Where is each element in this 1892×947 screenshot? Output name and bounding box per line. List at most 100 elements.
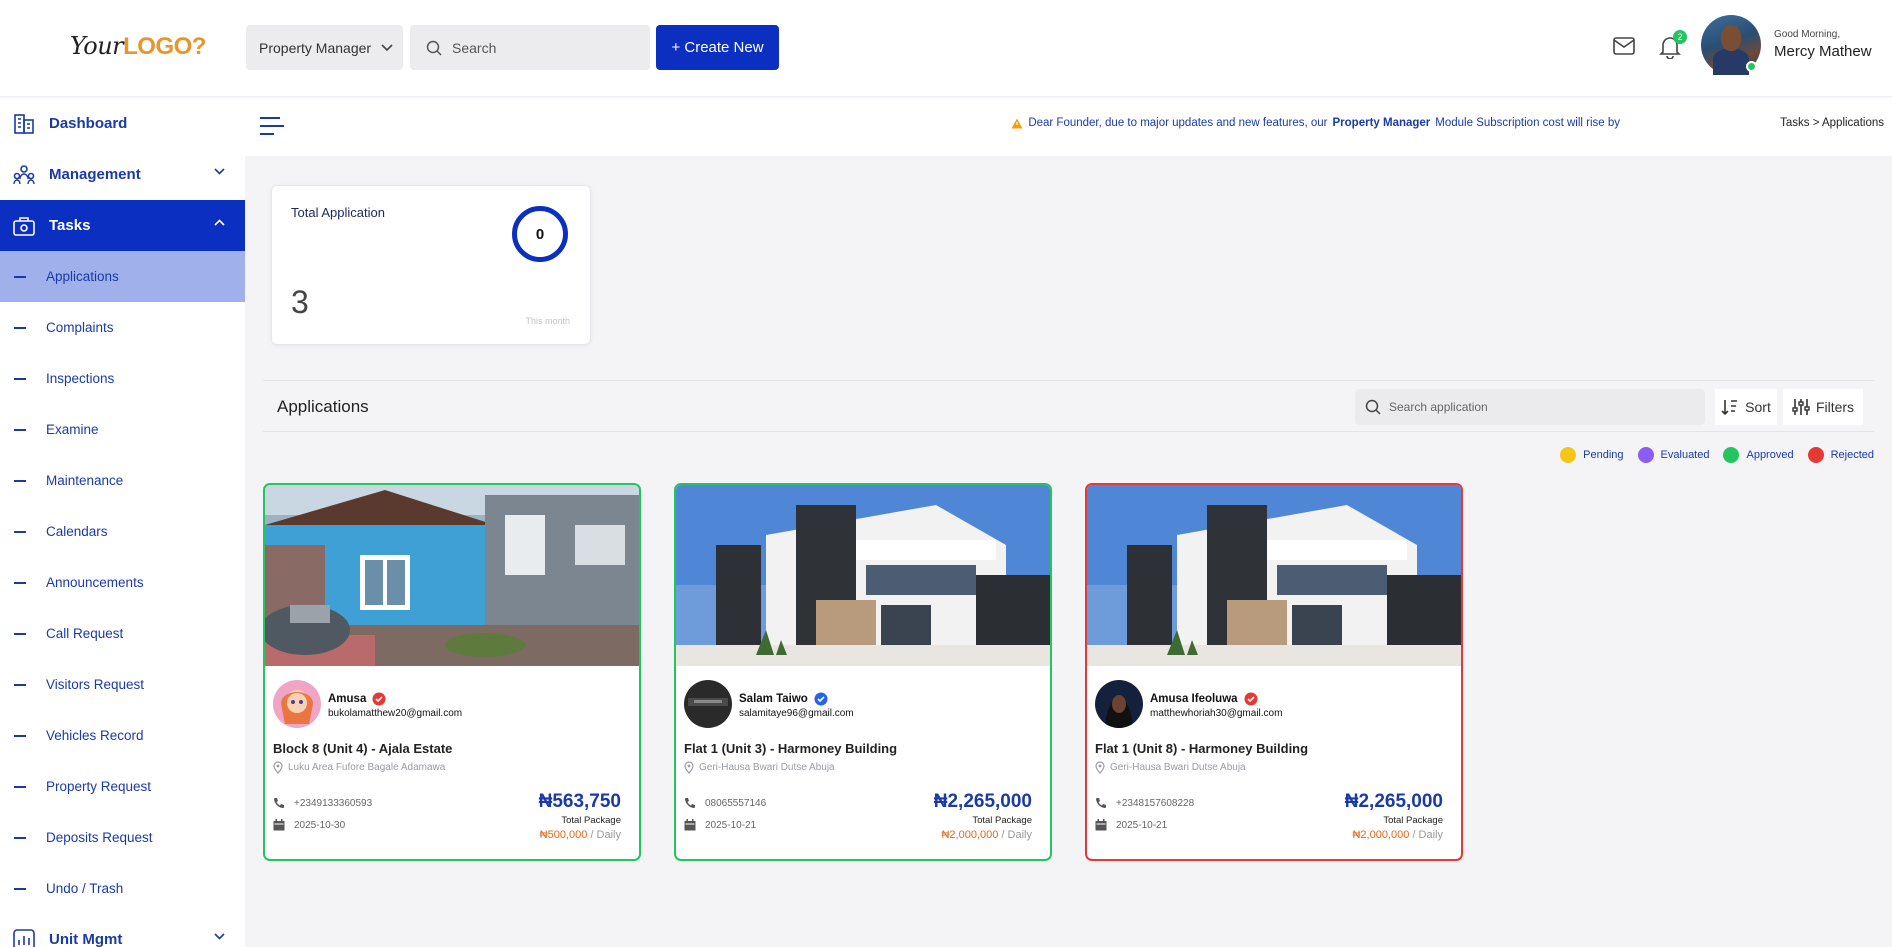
sidebar-item-undo-trash[interactable]: Undo / Trash [0, 863, 245, 914]
applicant-phone: +2349133360593 [273, 797, 372, 809]
chevron-down-icon [381, 43, 393, 51]
sidebar-item-management[interactable]: Management [0, 149, 245, 200]
property-title: Flat 1 (Unit 8) - Harmoney Building [1095, 741, 1309, 756]
property-location: Geri-Hausa Bwari Dutse Abuja [1095, 761, 1246, 774]
rate: ₦500,000 / Daily [539, 829, 621, 841]
chevron-up-icon [214, 219, 225, 226]
role-select[interactable]: Property Manager [246, 25, 403, 70]
stat-period: This month [525, 316, 570, 326]
sidebar: Dashboard Management Tasks Applications … [0, 98, 245, 947]
property-location: Geri-Hausa Bwari Dutse Abuja [684, 761, 835, 774]
calendar-icon [273, 819, 285, 831]
sidebar-item-complaints[interactable]: Complaints [0, 302, 245, 353]
sidebar-item-inspections[interactable]: Inspections [0, 353, 245, 404]
total-price: ₦2,265,000 [1344, 791, 1443, 812]
rate: ₦2,000,000 / Daily [1352, 829, 1443, 841]
online-status-dot [1746, 61, 1757, 72]
sidebar-item-property-request[interactable]: Property Request [0, 761, 245, 812]
sidebar-item-announcements[interactable]: Announcements [0, 557, 245, 608]
property-location: Luku Area Fufore Bagale Adamawa [273, 761, 445, 774]
calendar-icon [684, 819, 696, 831]
create-new-button[interactable]: + Create New [656, 25, 779, 70]
sort-icon [1721, 400, 1738, 416]
users-icon [13, 164, 35, 184]
property-photo [1087, 485, 1461, 666]
sidebar-item-applications[interactable]: Applications [0, 251, 245, 302]
property-title: Flat 1 (Unit 3) - Harmoney Building [684, 741, 898, 756]
package-label: Total Package [561, 815, 621, 826]
application-card[interactable]: Amusa Ifeoluwa matthewhoriah30@gmail.com… [1085, 483, 1463, 861]
applicant-phone: 08065557146 [684, 797, 766, 809]
legend-pending[interactable]: Pending [1560, 447, 1624, 463]
stat-value: 3 [291, 284, 309, 320]
sidebar-item-dashboard[interactable]: Dashboard [0, 98, 245, 149]
applicant-email: matthewhoriah30@gmail.com [1150, 708, 1283, 719]
applicant-name: Amusa [328, 692, 386, 706]
property-title: Block 8 (Unit 4) - Ajala Estate [273, 741, 453, 756]
total-price: ₦2,265,000 [933, 791, 1032, 812]
location-pin-icon [1095, 761, 1105, 774]
search-icon [426, 40, 442, 56]
legend-evaluated[interactable]: Evaluated [1637, 447, 1709, 463]
application-search-input[interactable]: Search application [1355, 389, 1705, 425]
sidebar-item-calendars[interactable]: Calendars [0, 506, 245, 557]
applicant-name: Salam Taiwo [739, 692, 828, 706]
application-date: 2025-10-30 [273, 819, 345, 831]
phone-icon [274, 798, 284, 808]
property-photo [265, 485, 639, 666]
sidebar-item-maintenance[interactable]: Maintenance [0, 455, 245, 506]
applicant-email: salamitaye96@gmail.com [739, 708, 854, 719]
sidebar-item-tasks[interactable]: Tasks [0, 200, 245, 251]
briefcase-icon [13, 216, 35, 236]
application-card[interactable]: Amusa bukolamatthew20@gmail.com Block 8 … [263, 483, 641, 861]
applicant-avatar [273, 680, 321, 728]
application-card[interactable]: Salam Taiwo salamitaye96@gmail.com Flat … [674, 483, 1052, 861]
greeting-text: Good Morning, [1774, 29, 1841, 40]
stat-title: Total Application [291, 205, 385, 220]
logo[interactable]: YourLOGO? [70, 32, 206, 61]
global-search-input[interactable]: Search [410, 25, 650, 70]
sidebar-item-call-request[interactable]: Call Request [0, 608, 245, 659]
applicant-avatar [684, 680, 732, 728]
applicant-avatar [1095, 680, 1143, 728]
sidebar-item-visitors-request[interactable]: Visitors Request [0, 659, 245, 710]
application-date: 2025-10-21 [1095, 819, 1167, 831]
mail-icon[interactable] [1613, 37, 1635, 55]
applicant-email: bukolamatthew20@gmail.com [328, 708, 463, 719]
building-icon [14, 113, 34, 134]
verified-badge-icon [1244, 692, 1258, 706]
top-header: YourLOGO? Property Manager Search + Crea… [0, 0, 1892, 97]
menu-toggle-icon[interactable] [259, 116, 285, 136]
sidebar-item-examine[interactable]: Examine [0, 404, 245, 455]
location-pin-icon [684, 761, 694, 774]
package-label: Total Package [1383, 815, 1443, 826]
breadcrumb: Tasks > Applications [1780, 117, 1884, 129]
applicant-phone: +2348157608228 [1095, 797, 1194, 809]
search-placeholder: Search [452, 39, 497, 56]
total-price: ₦563,750 [538, 791, 621, 812]
content-topbar: Dear Founder, due to major updates and n… [245, 98, 1892, 156]
applications-toolbar: Applications Search application Sort Fil… [263, 380, 1874, 432]
sort-button[interactable]: Sort [1715, 389, 1777, 425]
warning-icon [1011, 118, 1023, 128]
status-legend: Pending Evaluated Approved Rejected [1560, 447, 1874, 463]
package-label: Total Package [972, 815, 1032, 826]
search-icon [1365, 399, 1381, 415]
phone-icon [685, 798, 695, 808]
verified-badge-icon [372, 692, 386, 706]
chart-icon [13, 928, 35, 947]
phone-icon [1096, 798, 1106, 808]
legend-rejected[interactable]: Rejected [1807, 447, 1874, 463]
total-application-card: Total Application 0 3 This month [271, 185, 591, 345]
sidebar-item-vehicles-record[interactable]: Vehicles Record [0, 710, 245, 761]
calendar-icon [1095, 819, 1107, 831]
application-date: 2025-10-21 [684, 819, 756, 831]
filters-button[interactable]: Filters [1783, 389, 1863, 425]
notification-badge: 2 [1673, 30, 1687, 44]
property-photo [676, 485, 1050, 666]
filter-icon [1792, 399, 1810, 415]
sidebar-item-unit-mgmt[interactable]: Unit Mgmt [0, 914, 245, 947]
user-name: Mercy Mathew [1774, 43, 1872, 60]
sidebar-item-deposits-request[interactable]: Deposits Request [0, 812, 245, 863]
legend-approved[interactable]: Approved [1723, 447, 1794, 463]
